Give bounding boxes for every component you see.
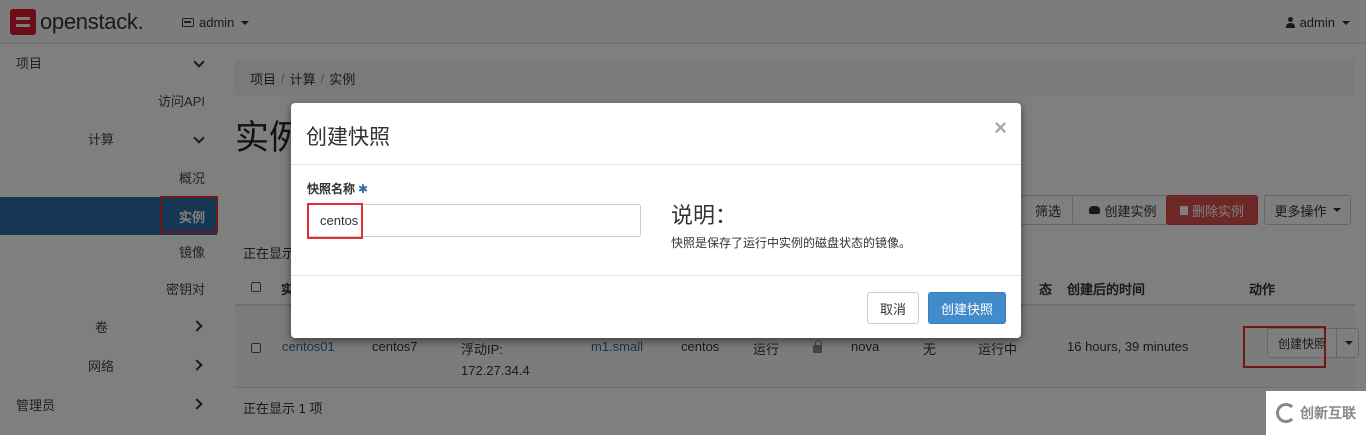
watermark-icon: [1276, 403, 1296, 423]
modal-footer: 取消 创建快照: [291, 275, 1021, 338]
cancel-button[interactable]: 取消: [867, 292, 919, 324]
watermark-logo: 创新互联: [1266, 391, 1366, 435]
snapshot-name-value: centos: [320, 213, 359, 228]
required-icon: ✱: [358, 182, 369, 196]
create-snapshot-submit-button[interactable]: 创建快照: [928, 292, 1006, 324]
description-text: 快照是保存了运行中实例的磁盘状态的镜像。: [671, 236, 912, 250]
snapshot-name-input[interactable]: centos: [307, 204, 641, 237]
watermark-text: 创新互联: [1300, 405, 1356, 421]
snapshot-name-label-text: 快照名称: [307, 182, 356, 196]
description-title: 说明：: [671, 203, 738, 228]
modal-header: 创建快照 ×: [291, 103, 1021, 165]
snapshot-name-label: 快照名称 ✱: [307, 180, 368, 197]
create-snapshot-dialog: 创建快照 × 快照名称 ✱ centos 说明： 快照是保存了运行中实例的磁盘状态…: [291, 103, 1021, 338]
modal-title: 创建快照: [306, 126, 390, 149]
create-snapshot-submit-label: 创建快照: [940, 301, 993, 317]
close-icon[interactable]: ×: [994, 115, 1007, 141]
cancel-label: 取消: [879, 301, 906, 317]
